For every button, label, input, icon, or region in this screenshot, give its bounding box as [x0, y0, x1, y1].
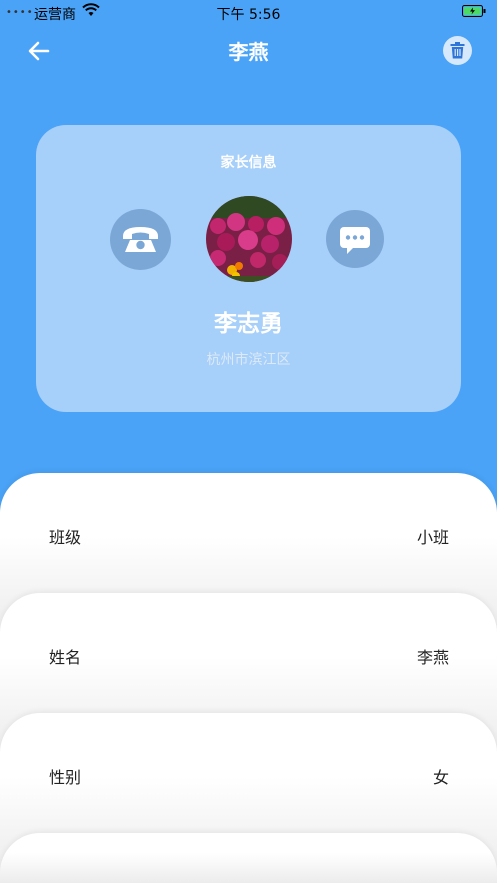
parent-address: 杭州市滨江区 — [206, 352, 291, 368]
avatar — [206, 196, 292, 282]
trash-icon — [450, 42, 465, 59]
card-heading: 家长信息 — [220, 155, 277, 171]
delete-button[interactable] — [443, 36, 472, 65]
message-button[interactable] — [326, 210, 384, 268]
flower-photo — [206, 196, 292, 282]
row-value: 小班 — [416, 528, 449, 547]
row-value: 李燕 — [416, 648, 449, 667]
telephone-icon — [123, 227, 158, 252]
row-label: 姓名 — [49, 648, 82, 667]
row-label: 班级 — [49, 528, 82, 547]
parent-name: 李志勇 — [214, 311, 283, 337]
battery-icon — [462, 5, 486, 17]
chat-bubble-icon — [340, 227, 370, 254]
clock: 下午 5:56 — [216, 7, 281, 23]
call-button[interactable] — [110, 209, 171, 270]
row-label: 性别 — [49, 768, 82, 787]
page-title: 李燕 — [228, 40, 269, 64]
row-value: 女 — [432, 768, 449, 787]
info-row-next[interactable] — [0, 833, 497, 883]
status-bar: •••• 运营商 下午 5:56 — [0, 0, 497, 24]
